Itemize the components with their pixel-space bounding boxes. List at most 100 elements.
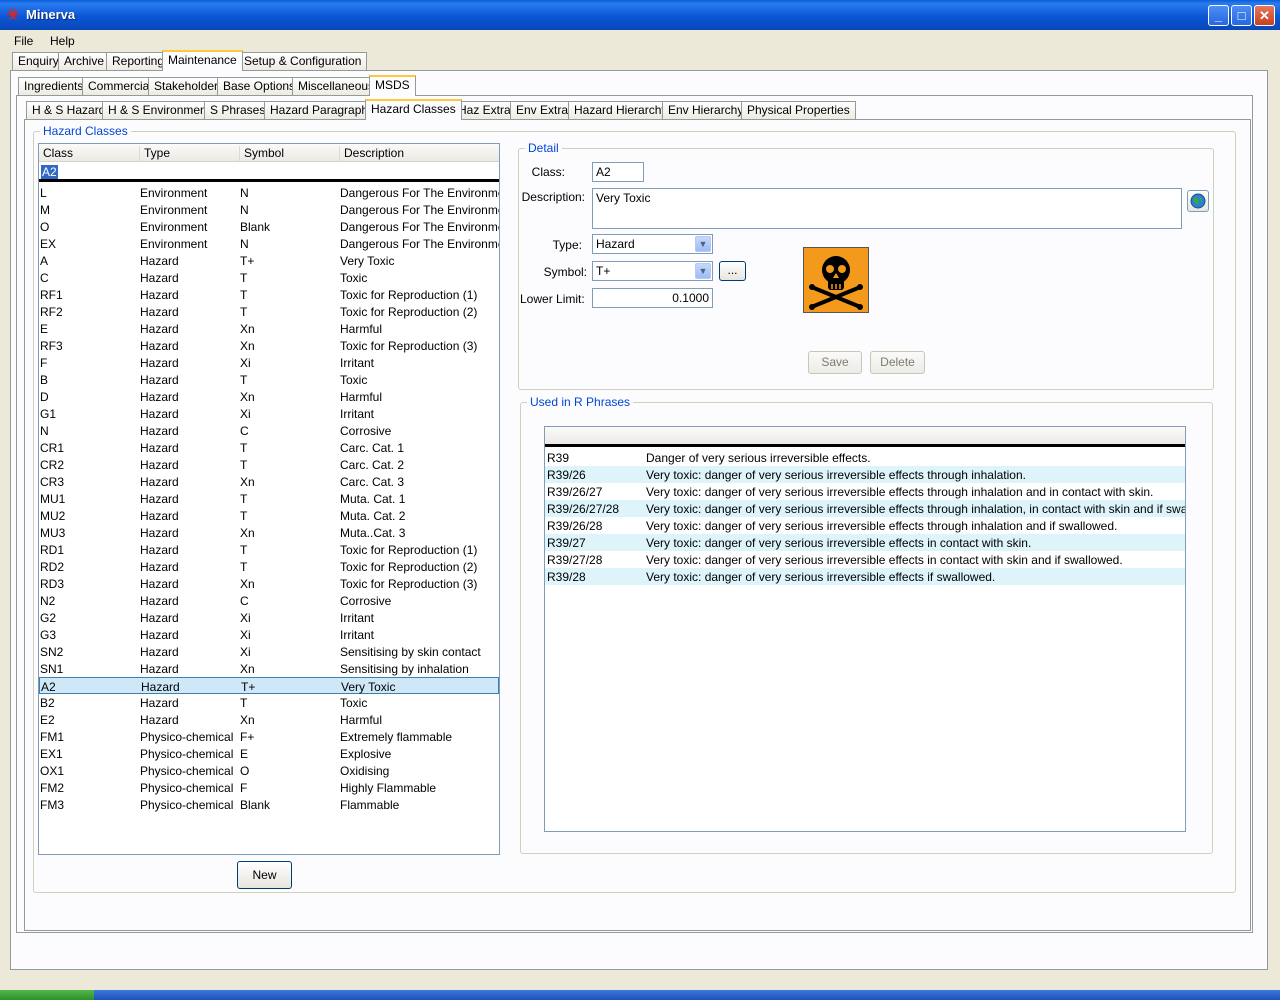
tab-haz-extra[interactable]: Haz Extra [452,101,517,120]
tab-reporting[interactable]: Reporting [106,52,171,71]
filter-row[interactable]: A2 [39,162,499,182]
table-row[interactable]: B Hazard T Toxic [39,371,499,388]
description-field[interactable]: Very Toxic [592,188,1182,229]
filter-class-input[interactable]: A2 [41,165,58,179]
delete-button[interactable]: Delete [870,351,925,374]
symbol-select[interactable]: T+ ▼ [592,261,713,281]
table-row[interactable]: RD2 Hazard T Toxic for Reproduction (2) [39,558,499,575]
table-row[interactable]: E Hazard Xn Harmful [39,320,499,337]
table-row[interactable]: OX1 Physico-chemical O Oxidising [39,762,499,779]
table-row[interactable]: C Hazard T Toxic [39,269,499,286]
list-item[interactable]: R39/28 Very toxic: danger of very serious… [545,568,1185,585]
type-select[interactable]: Hazard ▼ [592,234,713,254]
table-row[interactable]: CR1 Hazard T Carc. Cat. 1 [39,439,499,456]
table-row[interactable]: O Environment Blank Dangerous For The Envir… [39,218,499,235]
list-item[interactable]: R39/26/27/28 Very toxic: danger of very s… [545,500,1185,517]
symbol-browse-button[interactable]: ... [719,261,746,281]
tab-enquiry[interactable]: Enquiry [12,52,65,71]
table-row[interactable]: B2 Hazard T Toxic [39,694,499,711]
cell-type: Hazard [140,611,179,625]
tab-hazard-paragraphs[interactable]: Hazard Paragraphs [264,101,381,120]
table-row[interactable]: G2 Hazard Xi Irritant [39,609,499,626]
tab-hazard-hierarchy[interactable]: Hazard Hierarchy [568,101,674,120]
cell-symbol: E [240,747,249,761]
class-field[interactable]: A2 [592,162,644,182]
tab-commercial[interactable]: Commercial [82,77,159,96]
cell-symbol: T+ [240,254,255,268]
table-row[interactable]: A2 Hazard T+ Very Toxic [39,677,499,694]
tab-s-phrases[interactable]: S Phrases [204,101,272,120]
table-row[interactable]: FM3 Physico-chemical Blank Flammable [39,796,499,813]
list-item[interactable]: R39 Danger of very serious irreversible e… [545,449,1185,466]
list-item[interactable]: R39/26/28 Very toxic: danger of very seri… [545,517,1185,534]
cell-symbol: C [240,594,249,608]
tab-stakeholder[interactable]: Stakeholder [148,77,225,96]
table-row[interactable]: L Environment N Dangerous For The Environme… [39,184,499,201]
tab-miscellaneous[interactable]: Miscellaneous [292,77,381,96]
list-item[interactable]: R39/27 Very toxic: danger of very serious… [545,534,1185,551]
minimize-button[interactable]: _ [1208,5,1229,26]
table-row[interactable]: SN2 Hazard Xi Sensitising by skin contact [39,643,499,660]
cell-type: Hazard [140,339,179,353]
column-header-symbol[interactable]: Symbol [239,146,284,161]
menu-help[interactable]: Help [50,34,75,48]
table-row[interactable]: G3 Hazard Xi Irritant [39,626,499,643]
table-row[interactable]: MU3 Hazard Xn Muta..Cat. 3 [39,524,499,541]
column-header-description[interactable]: Description [339,146,404,161]
table-row[interactable]: CR3 Hazard Xn Carc. Cat. 3 [39,473,499,490]
maximize-button[interactable]: □ [1231,5,1252,26]
tab-setup-configuration[interactable]: Setup & Configuration [238,52,368,71]
table-row[interactable]: N2 Hazard C Corrosive [39,592,499,609]
tab-hs-environment[interactable]: H & S Environment [102,101,217,120]
table-row[interactable]: N Hazard C Corrosive [39,422,499,439]
tab-archive[interactable]: Archive [58,52,111,71]
table-row[interactable]: EX1 Physico-chemical E Explosive [39,745,499,762]
tab-base-options[interactable]: Base Options [217,77,302,96]
table-row[interactable]: SN1 Hazard Xn Sensitising by inhalation [39,660,499,677]
table-row[interactable]: E2 Hazard Xn Harmful [39,711,499,728]
cell-type: Hazard [140,645,179,659]
table-row[interactable]: RD1 Hazard T Toxic for Reproduction (1) [39,541,499,558]
table-row[interactable]: FM1 Physico-chemical F+ Extremely flammable [39,728,499,745]
new-button[interactable]: New [237,861,292,889]
close-button[interactable]: ✕ [1254,5,1275,26]
table-row[interactable]: CR2 Hazard T Carc. Cat. 2 [39,456,499,473]
tab-hazard-classes[interactable]: Hazard Classes [365,99,462,120]
lower-limit-field[interactable]: 0.1000 [592,288,713,308]
tab-maintenance[interactable]: Maintenance [162,50,243,71]
translate-globe-button[interactable] [1187,190,1209,212]
menu-file[interactable]: File [14,34,33,48]
table-row[interactable]: FM2 Physico-chemical F Highly Flammable [39,779,499,796]
table-row[interactable]: G1 Hazard Xi Irritant [39,405,499,422]
tab-hs-hazard[interactable]: H & S Hazard [26,101,112,120]
list-item[interactable]: R39/27/28 Very toxic: danger of very seri… [545,551,1185,568]
chevron-down-icon[interactable]: ▼ [695,236,711,252]
r-phrase-code: R39/27/28 [547,553,603,567]
table-row[interactable]: A Hazard T+ Very Toxic [39,252,499,269]
cell-description: Toxic for Reproduction (1) [340,543,478,557]
table-row[interactable]: RF2 Hazard T Toxic for Reproduction (2) [39,303,499,320]
column-header-class[interactable]: Class [39,146,73,161]
column-header-type[interactable]: Type [139,146,170,161]
table-row[interactable]: D Hazard Xn Harmful [39,388,499,405]
hazard-classes-list[interactable]: Class Type Symbol Description A2 L Enviro… [38,143,500,855]
tab-env-hierarchy[interactable]: Env Hierarchy [662,101,750,120]
tab-msds[interactable]: MSDS [369,75,416,96]
table-row[interactable]: RD3 Hazard Xn Toxic for Reproduction (3) [39,575,499,592]
start-button[interactable] [0,990,94,1000]
table-row[interactable]: M Environment N Dangerous For The Environme… [39,201,499,218]
table-row[interactable]: EX Environment N Dangerous For The Environm… [39,235,499,252]
r-phrases-list[interactable]: R39 Danger of very serious irreversible e… [544,426,1186,832]
table-row[interactable]: RF3 Hazard Xn Toxic for Reproduction (3) [39,337,499,354]
table-row[interactable]: MU2 Hazard T Muta. Cat. 2 [39,507,499,524]
chevron-down-icon[interactable]: ▼ [695,263,711,279]
tab-env-extra[interactable]: Env Extra [510,101,575,120]
tab-physical-properties[interactable]: Physical Properties [741,101,856,120]
table-row[interactable]: F Hazard Xi Irritant [39,354,499,371]
save-button[interactable]: Save [808,351,862,374]
tab-ingredients[interactable]: Ingredients [18,77,90,96]
list-item[interactable]: R39/26/27 Very toxic: danger of very seri… [545,483,1185,500]
table-row[interactable]: RF1 Hazard T Toxic for Reproduction (1) [39,286,499,303]
table-row[interactable]: MU1 Hazard T Muta. Cat. 1 [39,490,499,507]
list-item[interactable]: R39/26 Very toxic: danger of very serious… [545,466,1185,483]
